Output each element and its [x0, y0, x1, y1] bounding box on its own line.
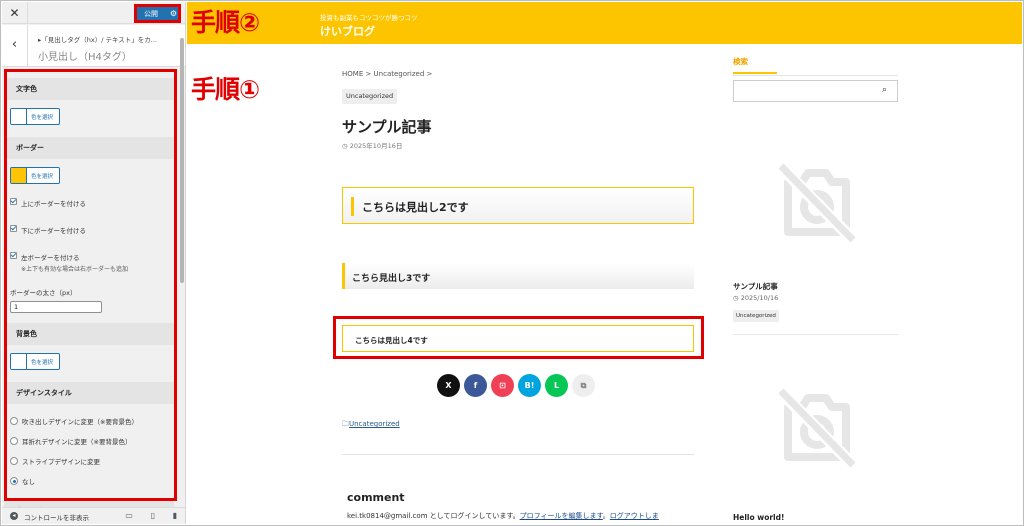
post-date: ◷ 2025年10月16日 [342, 140, 402, 150]
mobile-preview-icon[interactable]: ▮ [170, 511, 180, 521]
search-input[interactable]: ⌕ [733, 80, 898, 102]
logout-link[interactable]: ログアウトしま [610, 512, 659, 520]
back-button[interactable]: ‹ [2, 25, 28, 67]
desktop-preview-icon[interactable]: ▭ [124, 511, 134, 521]
sidebar-divider [733, 334, 898, 335]
facebook-share-icon[interactable]: f [464, 374, 487, 397]
annotation-step-1: 手順① [191, 75, 260, 104]
sidebar-post-title[interactable]: Hello world! [733, 513, 784, 522]
clock-icon: ◷ [342, 142, 350, 150]
close-customizer-button[interactable]: ✕ [2, 2, 28, 24]
site-preview: 投資も副業もコツコツが勝つコツ けいブログ HOME > Uncategoriz… [187, 2, 1022, 524]
h2-accent-bar [351, 197, 354, 216]
share-buttons: X f ⊡ B! L ⧉ [437, 374, 599, 397]
sidebar-post-date-text: 2025/10/16 [740, 294, 779, 302]
x-share-icon[interactable]: X [437, 374, 460, 397]
sidebar-post-category[interactable]: Uncategorized [733, 310, 779, 322]
tablet-preview-icon[interactable]: ▯ [148, 511, 158, 521]
post-category-footer: 🗀Uncategorized [342, 420, 400, 431]
login-prefix: kei.tk0814@gmail.com としてログインしています。 [347, 512, 520, 520]
login-separator: 。 [602, 512, 610, 520]
highlight-box-controls [4, 69, 177, 501]
post-date-text: 2025年10月16日 [349, 142, 403, 150]
edit-profile-link[interactable]: プロフィールを編集します [520, 512, 603, 520]
no-image-placeholder-icon [773, 384, 860, 472]
annotation-step-2: 手順② [191, 8, 260, 37]
post-category-badge[interactable]: Uncategorized [342, 89, 398, 104]
pocket-share-icon[interactable]: ⊡ [491, 374, 514, 397]
h3-accent-bar [342, 263, 345, 289]
copy-link-icon[interactable]: ⧉ [572, 374, 595, 397]
highlight-box-publish [134, 4, 181, 23]
comment-heading: comment [347, 491, 405, 504]
category-link[interactable]: Uncategorized [349, 420, 400, 428]
site-header: 投資も副業もコツコツが勝つコツ けいブログ [187, 2, 1022, 44]
login-status: kei.tk0814@gmail.com としてログインしています。プロフィール… [347, 511, 659, 521]
no-image-placeholder-icon [773, 159, 860, 247]
hatena-share-icon[interactable]: B! [518, 374, 541, 397]
h2-text: こちらは見出し2です [362, 201, 469, 214]
search-heading-underline [733, 75, 898, 76]
hide-controls-button[interactable]: コントロールを非表示 [24, 512, 89, 522]
folder-icon: 🗀 [342, 420, 349, 428]
customizer-footer: ◂ コントロールを非表示 ▭ ▯ ▮ [2, 507, 185, 524]
section-header: ‹ ▸「見出しタグ（hx）/ テキスト」をカ... 小見出し（H4タグ） [2, 25, 185, 67]
post-title: サンプル記事 [342, 118, 432, 136]
h3-text: こちら見出し3です [352, 274, 431, 284]
heading-h3: こちら見出し3です [342, 263, 694, 289]
section-breadcrumb: ▸「見出しタグ（hx）/ テキスト」をカ... [38, 36, 157, 44]
section-title: 小見出し（H4タグ） [38, 52, 132, 63]
search-widget-heading: 検索 [733, 56, 777, 74]
line-share-icon[interactable]: L [545, 374, 568, 397]
site-title[interactable]: けいブログ [320, 23, 375, 39]
highlight-box-h4 [333, 316, 704, 359]
search-icon[interactable]: ⌕ [882, 85, 887, 95]
collapse-icon[interactable]: ◂ [10, 512, 18, 520]
post-breadcrumb[interactable]: HOME > Uncategorized > [342, 70, 432, 78]
panel-scrollbar[interactable] [180, 38, 184, 283]
site-tagline: 投資も副業もコツコツが勝つコツ [320, 14, 418, 22]
clock-icon: ◷ [733, 294, 741, 302]
sidebar-post-date: ◷ 2025/10/16 [733, 294, 778, 302]
sidebar-post-title[interactable]: サンプル記事 [733, 281, 778, 292]
heading-h2: こちらは見出し2です [342, 187, 694, 224]
divider [342, 454, 694, 455]
